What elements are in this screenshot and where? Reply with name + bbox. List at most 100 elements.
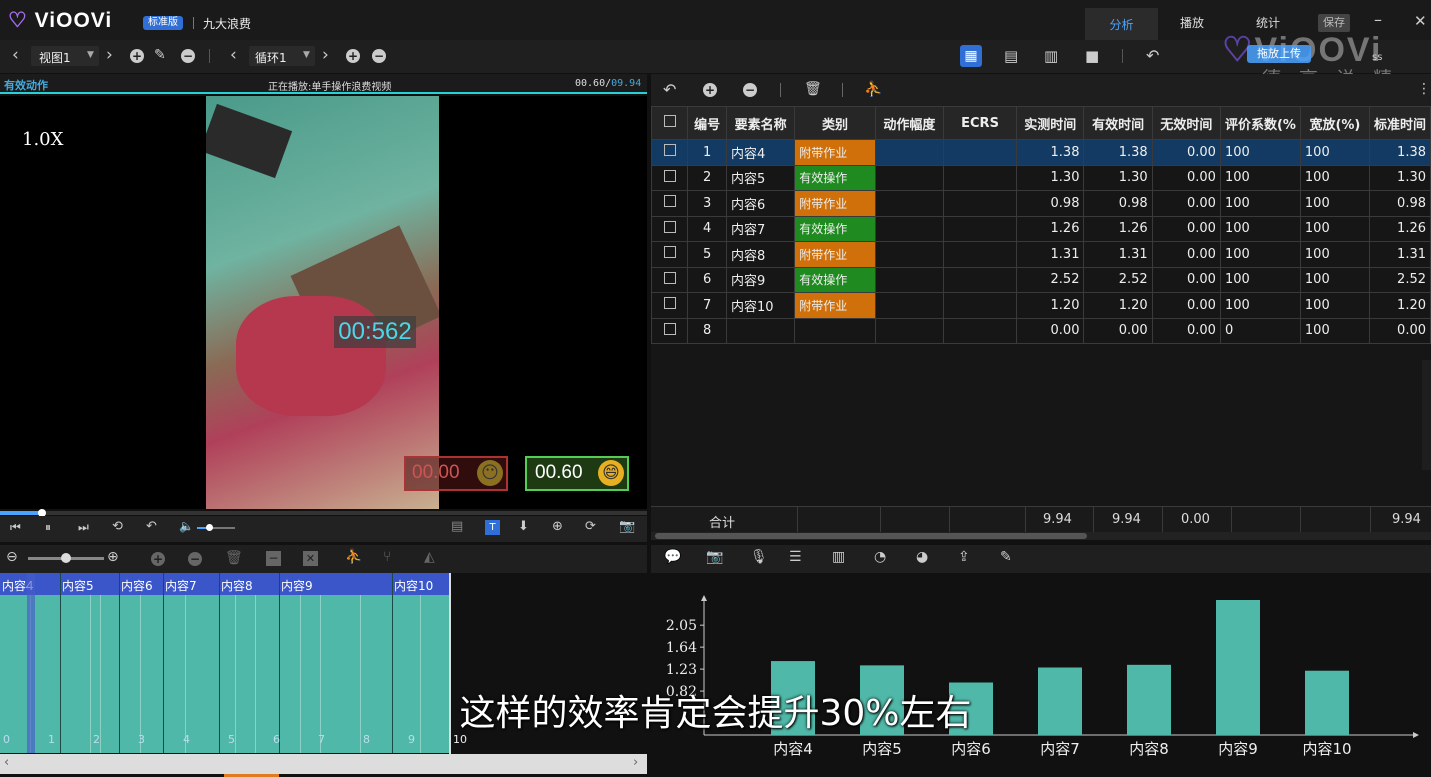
- cell-allow[interactable]: 100: [1299, 215, 1370, 242]
- sliders-icon[interactable]: ☰: [789, 549, 802, 565]
- cell-measured[interactable]: 1.30: [1016, 164, 1085, 191]
- prev-loop-icon[interactable]: ‹: [230, 45, 237, 65]
- cell-std[interactable]: 1.20: [1368, 292, 1431, 319]
- cell-effective[interactable]: 1.38: [1083, 139, 1153, 166]
- layout-split-icon[interactable]: ▤: [1004, 47, 1018, 65]
- video-progress-track[interactable]: [0, 511, 647, 515]
- cell-ecrs[interactable]: [942, 317, 1018, 344]
- donut-chart-icon[interactable]: ◕: [916, 549, 928, 565]
- cell-cat[interactable]: 有效操作: [794, 266, 876, 293]
- cell-invalid[interactable]: 0.00: [1151, 190, 1221, 217]
- cell-invalid[interactable]: 0.00: [1151, 139, 1221, 166]
- zoom-in-icon[interactable]: ⊕: [107, 549, 119, 565]
- cell-measured[interactable]: 1.38: [1016, 139, 1085, 166]
- cell-cat[interactable]: 有效操作: [794, 215, 876, 242]
- cell-effective[interactable]: 1.31: [1083, 241, 1153, 268]
- timeline-segment-label[interactable]: 内容7: [165, 577, 197, 594]
- pen-icon[interactable]: ✎: [1000, 549, 1012, 565]
- timeline-segment-label[interactable]: 内容5: [62, 577, 94, 594]
- cell-amplitude[interactable]: [874, 317, 944, 344]
- layout-columns-icon[interactable]: ▥: [1044, 47, 1058, 65]
- cell-checkbox[interactable]: [650, 266, 689, 293]
- add-segment-icon[interactable]: +: [151, 552, 165, 566]
- table-row[interactable]: 5 内容8 附带作业 1.31 1.31 0.00 100 100 1.31: [650, 241, 1431, 268]
- col-header[interactable]: 要素名称: [725, 106, 796, 140]
- cell-name[interactable]: 内容4: [725, 139, 796, 166]
- tab-analysis[interactable]: 分析: [1085, 8, 1158, 40]
- cell-checkbox[interactable]: [650, 139, 689, 166]
- cell-rating[interactable]: 100: [1219, 215, 1301, 242]
- cell-allow[interactable]: 100: [1299, 190, 1370, 217]
- minus-box-icon[interactable]: −: [266, 551, 281, 566]
- cell-cat[interactable]: 附带作业: [794, 292, 876, 319]
- cell-std[interactable]: 2.52: [1368, 266, 1431, 293]
- cell-checkbox[interactable]: [650, 190, 689, 217]
- cell-allow[interactable]: 100: [1299, 139, 1370, 166]
- cell-amplitude[interactable]: [874, 190, 944, 217]
- remove-view-icon[interactable]: −: [181, 49, 195, 63]
- panel-collapse-handle[interactable]: [1422, 360, 1431, 470]
- cell-amplitude[interactable]: [874, 215, 944, 242]
- cell-effective[interactable]: 0.98: [1083, 190, 1153, 217]
- table-row[interactable]: 6 内容9 有效操作 2.52 2.52 0.00 100 100 2.52: [650, 266, 1431, 293]
- cell-amplitude[interactable]: [874, 164, 944, 191]
- cell-rating[interactable]: 0: [1219, 317, 1301, 344]
- cell-cat[interactable]: 附带作业: [794, 139, 876, 166]
- cell-ecrs[interactable]: [942, 164, 1018, 191]
- cell-allow[interactable]: 100: [1299, 292, 1370, 319]
- cell-rating[interactable]: 100: [1219, 266, 1301, 293]
- remove-row-icon[interactable]: −: [743, 83, 757, 97]
- select-all-checkbox[interactable]: [663, 115, 676, 127]
- cell-measured[interactable]: 1.26: [1016, 215, 1085, 242]
- merge-icon[interactable]: ⑂: [383, 549, 391, 565]
- table-row[interactable]: 2 内容5 有效操作 1.30 1.30 0.00 100 100 1.30: [650, 164, 1431, 191]
- cell-invalid[interactable]: 0.00: [1151, 292, 1221, 319]
- cell-no[interactable]: 6: [687, 266, 727, 293]
- cell-checkbox[interactable]: [650, 317, 689, 344]
- back-icon[interactable]: ↶: [146, 519, 157, 534]
- scroll-right-icon[interactable]: ›: [633, 755, 638, 770]
- col-header[interactable]: 编号: [687, 106, 727, 140]
- cell-rating[interactable]: 100: [1219, 241, 1301, 268]
- col-header[interactable]: 实测时间: [1016, 106, 1085, 140]
- cell-invalid[interactable]: 0.00: [1151, 317, 1221, 344]
- cell-name[interactable]: 内容7: [725, 215, 796, 242]
- table-h-scroll-thumb[interactable]: [655, 533, 1087, 539]
- cell-no[interactable]: 7: [687, 292, 727, 319]
- prev-view-icon[interactable]: ‹: [12, 45, 19, 65]
- cell-name[interactable]: 内容6: [725, 190, 796, 217]
- volume-icon[interactable]: 🔈: [179, 519, 194, 533]
- cell-no[interactable]: 1: [687, 139, 727, 166]
- add-row-icon[interactable]: +: [703, 83, 717, 97]
- loop-icon[interactable]: ⟲: [112, 519, 123, 534]
- pause-icon[interactable]: ⏸: [45, 520, 51, 535]
- timeline-segment-label[interactable]: 内容10: [394, 577, 433, 594]
- table-row[interactable]: 7 内容10 附带作业 1.20 1.20 0.00 100 100 1.20: [650, 292, 1431, 319]
- download-icon[interactable]: ⬇: [518, 519, 529, 534]
- next-frame-icon[interactable]: ⏭: [78, 520, 89, 535]
- cell-allow[interactable]: 100: [1299, 241, 1370, 268]
- add-view-icon[interactable]: +: [130, 49, 144, 63]
- cell-measured[interactable]: 0.00: [1016, 317, 1085, 344]
- row-checkbox[interactable]: [663, 246, 676, 259]
- cell-cat[interactable]: [794, 317, 876, 344]
- cell-no[interactable]: 5: [687, 241, 727, 268]
- refresh-icon[interactable]: ⟳: [585, 519, 596, 534]
- cell-std[interactable]: 0.00: [1368, 317, 1431, 344]
- row-checkbox[interactable]: [663, 271, 676, 284]
- zoom-in-icon[interactable]: ⊕: [552, 519, 563, 534]
- loop-select[interactable]: 循环1 ▼: [249, 46, 315, 66]
- undo-icon[interactable]: ↶: [1146, 46, 1159, 65]
- minimize-icon[interactable]: –: [1374, 10, 1382, 29]
- cell-std[interactable]: 1.38: [1368, 139, 1431, 166]
- remove-loop-icon[interactable]: −: [372, 49, 386, 63]
- cell-std[interactable]: 1.26: [1368, 215, 1431, 242]
- cell-effective[interactable]: 0.00: [1083, 317, 1153, 344]
- text-icon[interactable]: T: [485, 520, 500, 535]
- cell-ecrs[interactable]: [942, 266, 1018, 293]
- col-header[interactable]: 评价系数(%: [1219, 106, 1301, 140]
- cell-measured[interactable]: 1.31: [1016, 241, 1085, 268]
- cell-rating[interactable]: 100: [1219, 190, 1301, 217]
- cell-name[interactable]: 内容8: [725, 241, 796, 268]
- close-box-icon[interactable]: ✕: [303, 551, 318, 566]
